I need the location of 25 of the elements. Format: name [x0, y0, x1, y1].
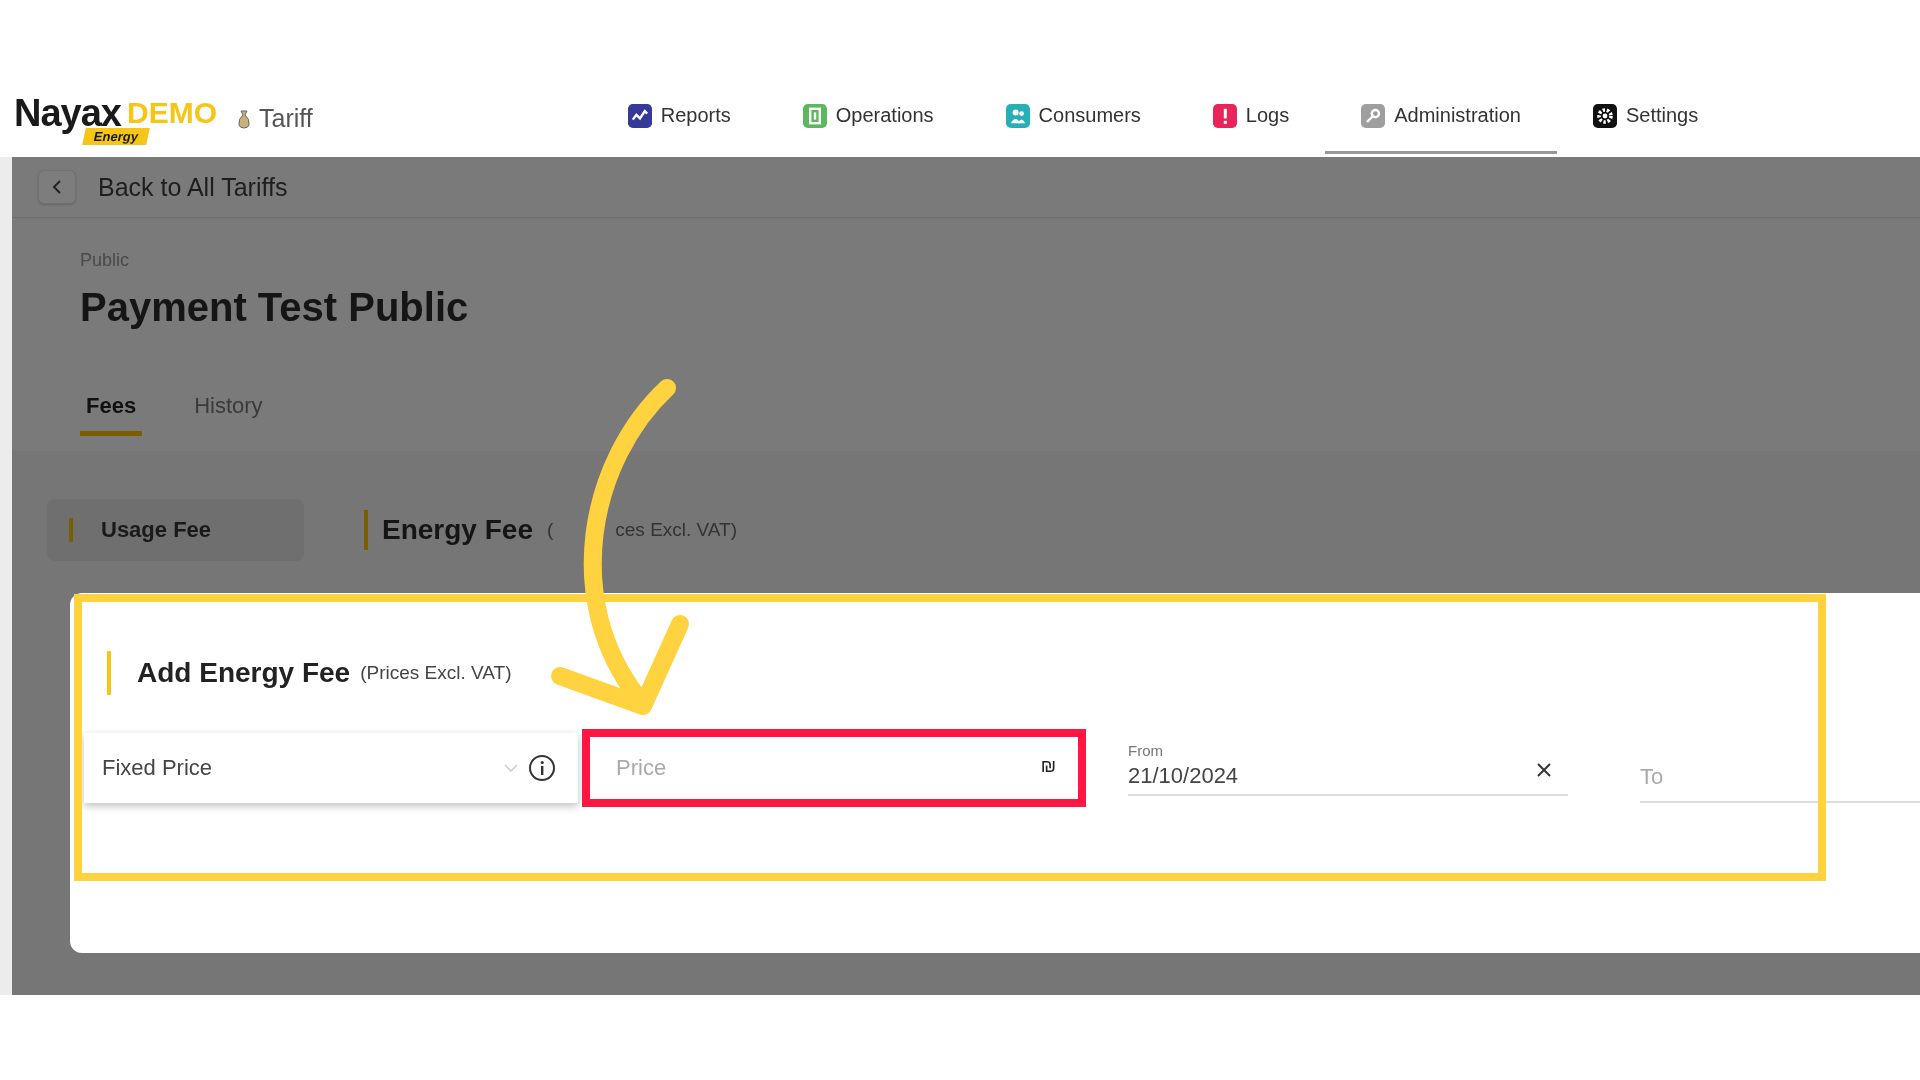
energy-badge: Energy — [82, 127, 150, 145]
clear-icon[interactable] — [1536, 762, 1552, 778]
tab[interactable]: Fees — [80, 392, 143, 436]
section-note: ces Excl. VAT) — [615, 519, 738, 541]
nav-tab[interactable]: Consumers — [969, 80, 1177, 154]
nav-tab[interactable]: Administration — [1325, 80, 1557, 154]
nav-tab[interactable]: Logs — [1176, 80, 1326, 154]
section-note: ( — [546, 519, 554, 541]
section-title: Tariff — [259, 104, 313, 133]
back-link[interactable]: Back to All Tariffs — [98, 172, 288, 202]
back-button[interactable] — [38, 170, 76, 204]
currency-symbol: ₪ — [1040, 756, 1056, 777]
page-title: Payment Test Public — [80, 285, 470, 330]
chevron-down-icon — [504, 764, 518, 772]
field-label: From — [1128, 742, 1163, 759]
nav-tab[interactable]: Settings — [1556, 80, 1735, 154]
pricing-select[interactable]: Fixed Price — [84, 733, 578, 803]
nav-tab[interactable]: Reports — [591, 80, 767, 154]
modal-title: Add Energy Fee — [137, 657, 351, 689]
nav-tab[interactable]: Operations — [766, 80, 970, 154]
info-icon[interactable] — [528, 754, 556, 782]
money-bag-icon — [237, 108, 251, 129]
section-heading: Energy Fee — [382, 514, 533, 546]
modal-note: (Prices Excl. VAT) — [360, 662, 512, 684]
chevron-left-icon — [52, 179, 62, 195]
